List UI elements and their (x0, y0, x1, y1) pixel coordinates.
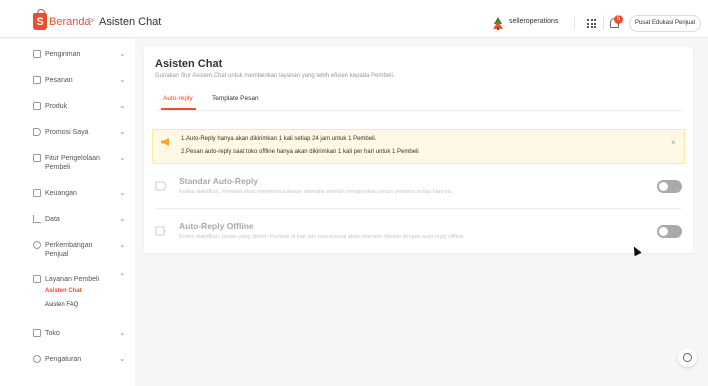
sidebar-item-label: Toko (45, 330, 60, 337)
breadcrumb-current: Asisten Chat (99, 16, 162, 28)
auto-reply-offline-toggle[interactable] (657, 225, 682, 238)
sidebar-item-promosi-saya[interactable]: Promosi Saya ⌄ (0, 124, 135, 144)
chevron-up-icon: ⌃ (119, 272, 126, 281)
sidebar-item-label: Perkembangan (45, 242, 93, 249)
sidebar-item-label-line2: Penjual (45, 251, 69, 258)
info-notice: 1.Auto-Reply hanya akan dikirimkan 1 kal… (152, 129, 685, 164)
tab-auto-reply[interactable]: Auto-reply (163, 95, 193, 102)
tag-icon (33, 128, 41, 136)
people-icon (33, 154, 41, 162)
sidebar-item-label: Fitur Pengelolaan (45, 155, 100, 162)
chevron-down-icon: ⌄ (119, 127, 126, 136)
setting-title-standar: Standar Auto-Reply (179, 176, 259, 186)
growth-icon (33, 241, 41, 249)
sidebar-item-label: Keuangan (45, 190, 77, 197)
chevron-down-icon: ⌄ (119, 188, 126, 197)
apps-grid-icon[interactable] (587, 19, 596, 28)
close-icon[interactable]: × (671, 138, 676, 147)
sidebar-item-label: Produk (45, 103, 68, 110)
asisten-chat-card: Asisten Chat Gunakan fitur Asisten Chat … (144, 47, 693, 253)
help-support-icon[interactable] (678, 348, 697, 367)
chevron-down-icon: ⌄ (119, 354, 126, 363)
chevron-down-icon: ⌄ (119, 240, 126, 249)
sidebar-item-toko[interactable]: Toko ⌄ (0, 325, 135, 345)
standard-reply-icon (155, 181, 167, 191)
chevron-down-icon: ⌄ (119, 75, 126, 84)
sidebar-item-label: Pesanan (45, 77, 73, 84)
box-icon (33, 102, 41, 110)
tab-template-pesan[interactable]: Template Pesan (212, 95, 259, 102)
chevron-down-icon: ⌄ (119, 153, 126, 162)
user-avatar-icon[interactable] (491, 16, 505, 30)
sidebar-item-pesanan[interactable]: Pesanan ⌄ (0, 72, 135, 92)
chevron-down-icon: ⌄ (119, 214, 126, 223)
chevron-down-icon: ⌄ (119, 49, 126, 58)
sidebar-item-label: Layanan Pembeli (45, 276, 100, 283)
store-icon (33, 329, 41, 337)
active-tab-indicator (161, 108, 196, 110)
sidebar-item-pengaturan[interactable]: Pengaturan ⌄ (0, 351, 135, 371)
wallet-icon (33, 189, 41, 197)
clipboard-icon (33, 76, 41, 84)
row-divider (155, 208, 682, 209)
headset-icon (33, 275, 41, 283)
tabs-divider (155, 110, 682, 111)
sidebar-item-label: Pengiriman (45, 51, 81, 58)
notice-line-2: 2.Pesan auto-reply saat toko offline han… (181, 149, 419, 155)
notification-badge: 5 (614, 15, 623, 24)
setting-description-standar: Ketika diaktifkan, Pembeli akan menerima… (179, 189, 453, 195)
sidebar-item-label: Data (45, 216, 60, 223)
breadcrumb-home[interactable]: Beranda (49, 16, 91, 28)
sidebar-item-pengiriman[interactable]: Pengiriman ⌄ (0, 46, 135, 66)
sidebar-item-perkembangan-penjual[interactable]: Perkembangan Penjual ⌄ (0, 237, 135, 261)
sidebar-item-label: Pengaturan (45, 356, 82, 363)
sidebar-item-fitur-pengelolaan-pembeli[interactable]: Fitur Pengelolaan Pembeli ⌄ (0, 150, 135, 174)
setting-title-offline: Auto-Reply Offline (179, 221, 254, 231)
breadcrumb-separator: > (88, 15, 95, 27)
sidebar-subitem-asisten-chat[interactable]: Asisten Chat (45, 288, 82, 294)
top-bar: S Beranda > Asisten Chat selleroperation… (0, 0, 708, 38)
gear-icon (33, 355, 41, 363)
divider (574, 16, 575, 30)
truck-icon (33, 50, 41, 58)
sidebar-item-produk[interactable]: Produk ⌄ (0, 98, 135, 118)
sidebar-item-data[interactable]: Data ⌄ (0, 211, 135, 231)
standar-auto-reply-toggle[interactable] (657, 180, 682, 193)
megaphone-icon (161, 138, 169, 146)
page-title: Asisten Chat (155, 58, 223, 70)
logo-letter: S (36, 16, 44, 28)
sidebar-item-label: Promosi Saya (45, 129, 89, 136)
seller-education-button[interactable]: Pusat Edukasi Penjual (629, 15, 701, 32)
sidebar-item-keuangan[interactable]: Keuangan ⌄ (0, 185, 135, 205)
offline-reply-icon (155, 226, 166, 236)
sidebar-subitem-asisten-faq[interactable]: Asisten FAQ (45, 302, 78, 308)
chart-icon (33, 215, 41, 223)
shopee-logo[interactable]: S (33, 9, 47, 30)
divider (603, 16, 604, 30)
notice-line-1: 1.Auto-Reply hanya akan dikirimkan 1 kal… (181, 136, 377, 142)
chevron-down-icon: ⌄ (119, 328, 126, 337)
sidebar-item-label-line2: Pembeli (45, 164, 71, 171)
setting-description-offline: Ketika diaktifkan, pesan yang dikirim Pe… (179, 234, 465, 240)
page-description: Gunakan fitur Asisten Chat untuk memberi… (155, 73, 395, 79)
username[interactable]: selleroperations (509, 18, 558, 25)
chevron-down-icon: ⌄ (119, 101, 126, 110)
